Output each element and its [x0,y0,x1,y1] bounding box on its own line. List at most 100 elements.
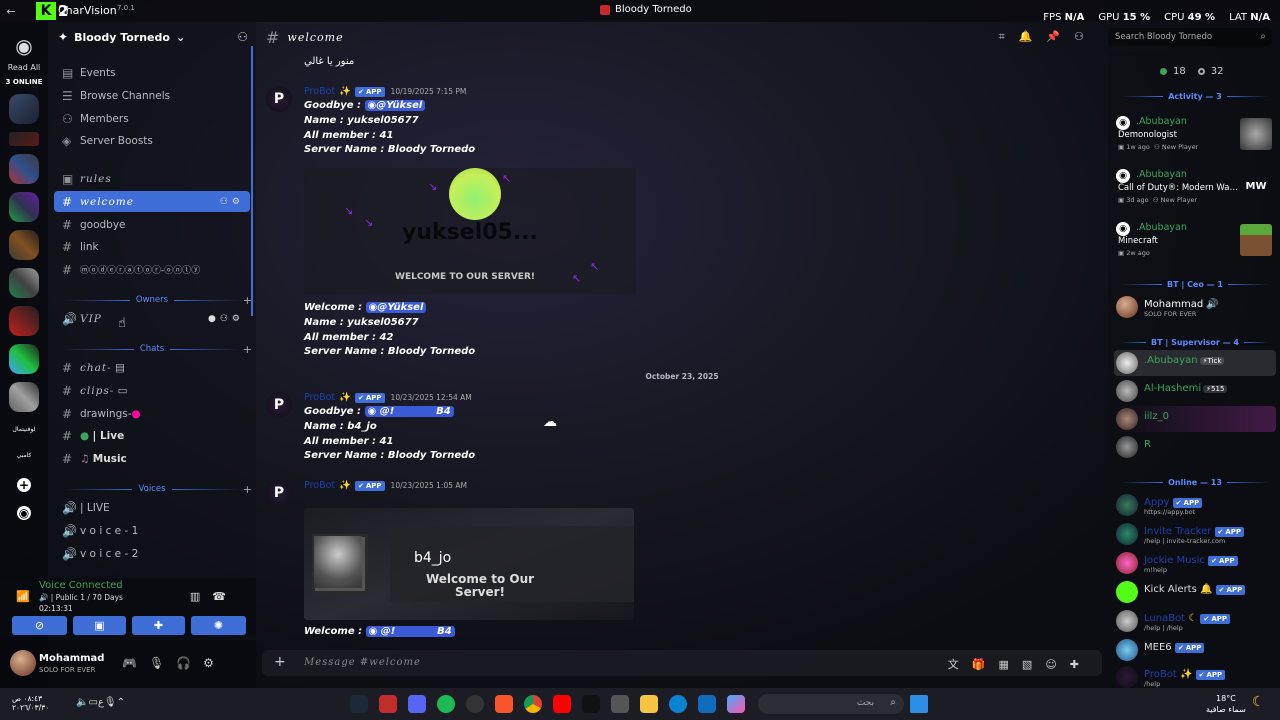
edge-icon[interactable] [669,695,687,713]
server-folder-icon[interactable] [9,268,39,298]
add-channel-icon[interactable]: + [243,294,252,307]
read-all-button[interactable]: Read All [8,63,41,72]
folder-icon[interactable] [640,695,658,713]
avatar[interactable]: P [266,480,292,506]
composer-icons[interactable]: 文🎁▦▧☺✚ [948,656,1092,672]
user-mention[interactable]: ◉@Yüksel [365,302,427,313]
disconnect-icon[interactable]: ☎ [212,590,238,603]
avatar[interactable]: P [266,86,292,112]
channel-clips[interactable]: # clips- ▭ [54,380,250,401]
member-item[interactable]: ProBot ✨ ✔ APP /help [1114,664,1276,690]
user-mention[interactable]: ◉ @! B4 [365,626,455,637]
welcome-card-image[interactable]: b4_jo Welcome to Our Server! [304,508,634,620]
channel-events[interactable]: ▤ Events [54,62,250,83]
add-channel-icon[interactable]: + [243,483,252,496]
server-folder-icon[interactable] [9,192,39,222]
category-voices[interactable]: Voices + [58,483,252,496]
server-icon[interactable] [9,132,39,146]
activity-item[interactable]: ◉ .Abubayan Call of Duty®: Modern War...… [1116,169,1274,215]
activity-item[interactable]: ◉ .Abubayan Minecraft ▣ 2w ago [1116,222,1274,268]
voice-status[interactable]: Voice Connected [39,580,123,591]
user-mention[interactable]: ◉@Yüksel [364,100,426,111]
voice-controls[interactable]: ▥☎ [190,590,238,603]
member-item[interactable]: Mohammad 🔊 SOLO FOR EVER [1114,294,1276,320]
chevron-up-icon[interactable]: ⌃ [117,697,125,708]
server-icon[interactable] [9,94,39,124]
category-owners[interactable]: Owners + [58,294,252,307]
member-item[interactable]: iilz_0 [1114,406,1276,432]
member-item[interactable]: Invite Tracker ✔ APP /help | invite-track… [1114,521,1276,547]
windows-start-icon[interactable] [910,695,928,713]
server-label[interactable]: لوفنيتمال [9,420,39,438]
channel-members[interactable]: ⚇ Members [54,108,250,129]
channel-music[interactable]: # ♫ Music [54,448,250,469]
activity-item[interactable]: ◉ .Abubayan Demonologist ▣ 1w ago ⚇ New … [1116,116,1274,162]
user-name[interactable]: Mohammad [39,653,104,664]
add-server-icon[interactable]: + [17,478,31,492]
camera-off-button[interactable]: ⊘ [12,616,67,635]
author-name[interactable]: ProBot [304,480,335,491]
server-folder-icon[interactable] [9,344,39,374]
member-item[interactable]: Al-Hashemi ⚡515 [1114,378,1276,404]
tiktok-icon[interactable] [582,695,600,713]
header-icons[interactable]: ⌗🔔📌⚇ [999,30,1098,44]
channel-rules[interactable]: ▣ rules [54,168,250,189]
copilot-icon[interactable] [727,695,745,713]
youtube-icon[interactable] [553,695,571,713]
server-icon[interactable] [9,306,39,336]
channel-live[interactable]: # ● | Live [54,425,250,446]
taskbar-search[interactable]: بحث ⌕ [758,694,904,714]
bell-icon[interactable]: 🔔 [1019,30,1047,43]
member-item[interactable]: LunaBot ☾ ✔ APP /help | /help [1114,608,1276,634]
avatar[interactable] [10,650,36,676]
member-item[interactable]: .Abubayan ⚡Tick [1114,350,1276,376]
member-item[interactable]: Kick Alerts 🔔 ✔ APP [1114,579,1276,605]
user-mention[interactable]: ◉ @! B4 [364,406,454,417]
member-item[interactable]: Appy ✔ APP https://appy.bot [1114,492,1276,518]
voice-channel[interactable]: 🔊 | Public 1 / 70 Days [39,593,123,602]
channel-drawings[interactable]: # drawings- ● [54,403,250,424]
scrollbar[interactable] [251,46,253,316]
member-item[interactable]: Jockie Music ✔ APP m!help [1114,550,1276,576]
channel-voice-live[interactable]: 🔊 | LIVE [54,497,250,518]
channel-boosts[interactable]: ◈ Server Boosts [54,130,250,151]
translate-icon[interactable]: 文 [948,658,972,671]
chrome-icon[interactable] [524,695,542,713]
settings-icon[interactable]: ⚙ [203,656,214,670]
gif-icon[interactable]: ▦ [999,658,1022,671]
emoji-icon[interactable]: ☺ [1045,658,1069,671]
gamepad-icon[interactable]: 🎮 [122,656,137,670]
obs-icon[interactable] [466,695,484,713]
channel-tools-icon[interactable]: ●⚇⚙ [208,314,244,324]
server-folder-icon[interactable] [9,154,39,184]
server-label[interactable]: كامبي [9,446,39,464]
author-name[interactable]: ProBot [304,392,335,403]
outlook-icon[interactable] [698,695,716,713]
channel-voice-2[interactable]: 🔊 v o i c e - 2 [54,543,250,564]
volume-icon[interactable]: 🔈 [76,697,88,708]
noise-icon[interactable]: ▥ [190,590,212,603]
discord-icon[interactable] [408,695,426,713]
guild-header[interactable]: ✦ Bloody Tornedo ⌄ ⚇ [48,22,256,52]
headphones-icon[interactable]: 🎧 [176,656,191,670]
mic-icon[interactable]: 🎙 [104,697,117,708]
weather[interactable]: 18°C سماء صافية [1206,693,1246,715]
channel-moderator[interactable]: # ⓜⓞⓓⓔⓡⓐⓣⓞⓡ-ⓞⓝⓛⓨ [54,259,250,280]
category-chats[interactable]: Chats + [58,343,252,356]
channel-welcome[interactable]: # welcome ⚇⚙ [54,191,250,212]
search-input[interactable]: Search Bloody Tornedo ⌕ [1108,28,1272,46]
member-item[interactable]: R [1114,434,1276,460]
server-folder-icon[interactable] [9,230,39,260]
network-icon[interactable]: ▭ [88,697,97,708]
spotify-icon[interactable] [437,695,455,713]
activities-button[interactable]: ✚ [132,616,185,635]
server-folder-icon[interactable] [9,382,39,412]
brave-icon[interactable] [495,695,513,713]
tray-icons[interactable]: 🔈▭ع🎙⌃ [76,697,125,708]
settings-icon[interactable]: ⚇⚙ [220,197,244,207]
add-attachment-icon[interactable]: + [274,654,286,670]
store-icon[interactable] [611,695,629,713]
screen-share-button[interactable]: ▣ [73,616,126,635]
channel-voice-1[interactable]: 🔊 v o i c e - 1 [54,520,250,541]
soundboard-button[interactable]: ✺ [191,616,246,635]
